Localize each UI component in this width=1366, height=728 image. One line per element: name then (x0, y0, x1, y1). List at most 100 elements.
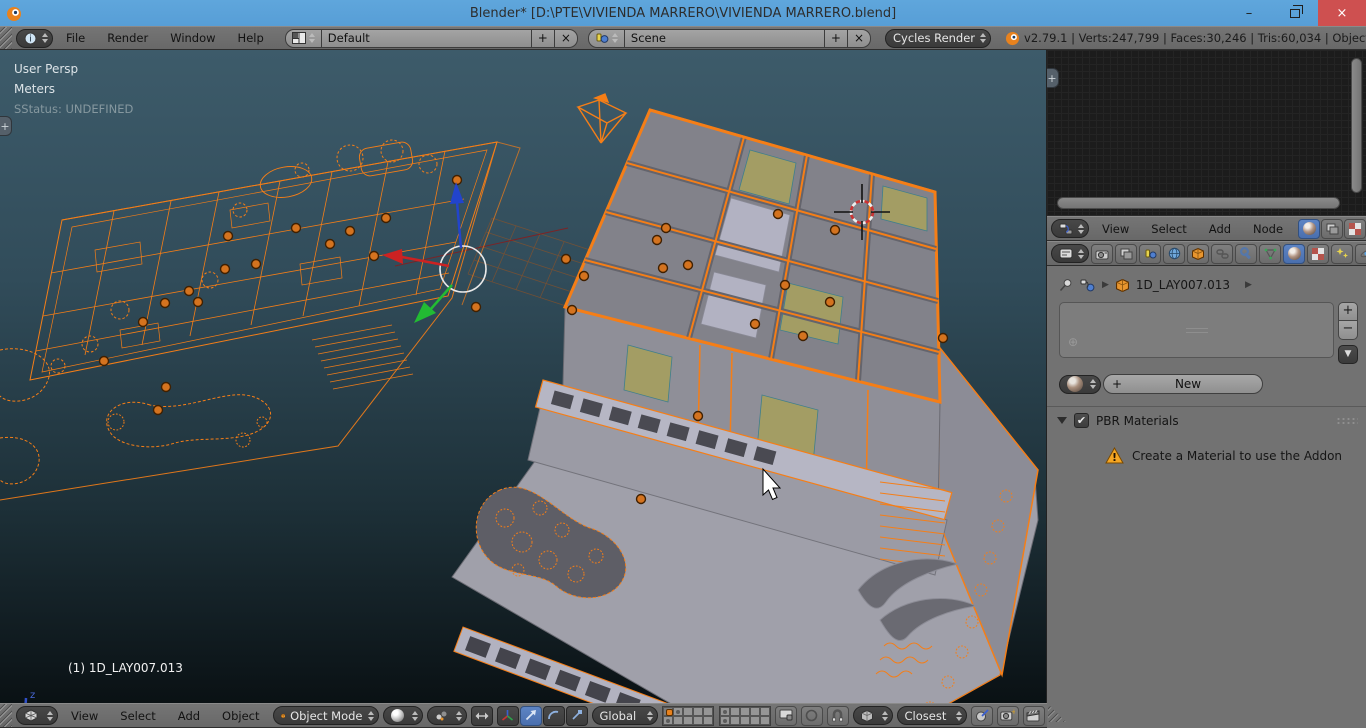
pbr-enable-checkbox[interactable]: ✔ (1074, 413, 1089, 428)
pin-icon[interactable] (1059, 278, 1073, 292)
editor-type-info-dropdown[interactable]: i (16, 28, 53, 48)
slot-specials-button[interactable]: ▼ (1338, 345, 1358, 364)
scene-add-button[interactable]: + (824, 28, 848, 48)
node-editor-canvas[interactable]: + (1047, 50, 1366, 216)
manipulate-centers-toggle[interactable] (470, 705, 493, 726)
layer-4[interactable] (692, 706, 703, 716)
layer-16[interactable] (719, 715, 730, 725)
scene-icon-button[interactable] (587, 28, 625, 48)
header-grip[interactable] (0, 27, 12, 49)
editor-type-properties-dropdown[interactable] (1051, 244, 1089, 263)
titlebar[interactable]: Blender* [D:\PTE\VIVIENDA MARRERO\VIVIEN… (0, 0, 1366, 26)
snap-target-dropdown[interactable]: Closest (896, 706, 967, 725)
compositing-nodes-toggle[interactable] (1321, 218, 1344, 239)
close-button[interactable]: × (1318, 0, 1366, 26)
menu-select[interactable]: Select (111, 709, 164, 723)
translate-manipulator-button[interactable] (519, 705, 542, 726)
node-menu-node[interactable]: Node (1244, 222, 1292, 236)
scale-manipulator-button[interactable] (565, 705, 588, 726)
new-material-button[interactable]: + New (1103, 374, 1263, 394)
transform-manipulator[interactable] (382, 182, 487, 323)
header-grip[interactable] (0, 704, 12, 727)
opengl-render-anim-button[interactable] (1022, 705, 1045, 726)
pivot-point-dropdown[interactable] (426, 706, 467, 725)
manipulator-x-arrow[interactable] (382, 249, 403, 264)
snap-element-dropdown[interactable] (852, 706, 893, 725)
layers-widget[interactable] (661, 705, 771, 726)
tab-scene[interactable] (1139, 243, 1161, 264)
layer-17[interactable] (729, 715, 740, 725)
scene-delete-button[interactable]: × (847, 28, 872, 48)
layer-8[interactable] (739, 706, 750, 716)
node-tree-icon[interactable] (1080, 279, 1095, 292)
tab-modifiers[interactable] (1235, 243, 1257, 264)
layout-icon-button[interactable] (284, 28, 322, 48)
node-toolshelf-tab[interactable]: + (1047, 68, 1059, 88)
layers-block-2[interactable] (718, 705, 771, 726)
shader-nodes-toggle[interactable] (1298, 218, 1321, 239)
browse-material-dropdown[interactable] (1059, 374, 1101, 394)
node-hscrollbar[interactable] (1057, 197, 1340, 209)
menu-file[interactable]: File (57, 31, 94, 45)
tab-particles[interactable] (1331, 243, 1353, 264)
manipulator-toggle[interactable] (496, 705, 519, 726)
node-menu-view[interactable]: View (1093, 222, 1138, 236)
manipulator-z-arrow[interactable] (450, 182, 464, 204)
tab-material[interactable] (1283, 243, 1305, 264)
editor-type-node-dropdown[interactable] (1051, 219, 1089, 238)
slot-remove-button[interactable]: − (1338, 321, 1358, 340)
layer-15[interactable] (702, 715, 713, 725)
mode-dropdown[interactable]: Object Mode (272, 706, 379, 725)
tab-data[interactable] (1259, 243, 1281, 264)
node-menu-add[interactable]: Add (1200, 222, 1240, 236)
editor-type-3dview-dropdown[interactable] (16, 706, 58, 725)
proportional-edit-button[interactable] (800, 705, 823, 726)
layer-2[interactable] (672, 706, 683, 716)
lock-to-scene-button[interactable] (774, 705, 797, 726)
orientation-dropdown[interactable]: Global (591, 706, 658, 725)
tab-render-layers[interactable] (1115, 243, 1137, 264)
viewport-shading-dropdown[interactable] (382, 706, 423, 725)
layer-12[interactable] (672, 715, 683, 725)
restore-button[interactable] (1272, 0, 1318, 26)
layer-10[interactable] (759, 706, 770, 716)
layer-5[interactable] (702, 706, 713, 716)
panel-drag-grip[interactable] (1336, 416, 1358, 425)
layer-3[interactable] (682, 706, 693, 716)
material-slot-list[interactable]: ⊕ (1059, 302, 1334, 358)
texture-nodes-toggle[interactable] (1344, 218, 1366, 239)
layer-11[interactable] (662, 715, 673, 725)
menu-help[interactable]: Help (229, 31, 273, 45)
tab-world[interactable] (1163, 243, 1185, 264)
rotate-manipulator-button[interactable] (542, 705, 565, 726)
minimize-button[interactable]: – (1226, 0, 1272, 26)
menu-view[interactable]: View (62, 709, 107, 723)
tab-texture[interactable] (1307, 243, 1329, 264)
viewport-3d[interactable]: x z User Persp Meters SStatus: UNDEFINED… (0, 50, 1047, 703)
node-menu-select[interactable]: Select (1142, 222, 1195, 236)
tab-render[interactable] (1091, 243, 1113, 264)
tab-constraints[interactable] (1211, 243, 1233, 264)
breadcrumb-object-name[interactable]: 1D_LAY007.013 (1136, 278, 1230, 292)
layer-1[interactable] (662, 706, 673, 716)
menu-object[interactable]: Object (213, 709, 268, 723)
menu-window[interactable]: Window (161, 31, 224, 45)
layer-20[interactable] (759, 715, 770, 725)
tab-physics[interactable] (1355, 243, 1366, 264)
menu-add[interactable]: Add (169, 709, 209, 723)
layer-13[interactable] (682, 715, 693, 725)
layer-6[interactable] (719, 706, 730, 716)
menu-render[interactable]: Render (98, 31, 157, 45)
scene-name-field[interactable]: Scene (624, 28, 825, 48)
snap-toggle-button[interactable] (826, 705, 849, 726)
opengl-render-button[interactable]: + (996, 705, 1019, 726)
layout-delete-button[interactable]: × (554, 28, 578, 48)
editor-corner-grip[interactable] (1048, 704, 1066, 722)
layout-name-field[interactable]: Default (321, 28, 532, 48)
pbr-panel-header[interactable]: ✔ PBR Materials (1047, 407, 1366, 433)
panel-expand-icon[interactable] (1057, 417, 1067, 424)
layers-block-1[interactable] (661, 705, 714, 726)
layer-7[interactable] (729, 706, 740, 716)
layer-19[interactable] (749, 715, 760, 725)
layout-add-button[interactable]: + (531, 28, 555, 48)
